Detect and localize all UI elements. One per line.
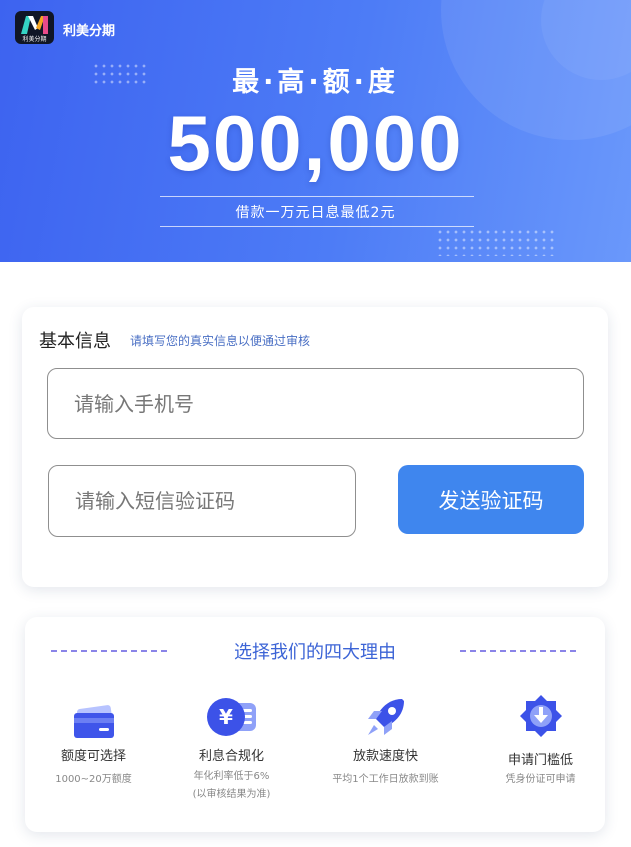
divider	[160, 226, 474, 227]
feature-title: 利息合规化	[198, 749, 264, 764]
feature-item: 申请门槛低 凭身份证可申请	[468, 691, 613, 790]
feature-item: ¥ 利息合规化 年化利率低于6% (以审核结果为准)	[159, 691, 304, 802]
hero-dot-pattern	[436, 228, 556, 256]
feature-desc: 凭身份证可申请	[505, 774, 576, 785]
yen-coin-icon: ¥	[206, 698, 256, 736]
hero-heading: 最·高·额·度	[232, 67, 399, 98]
badge-download-icon	[519, 695, 562, 737]
feature-item: 放款速度快 平均1个工作日放款到账	[313, 691, 458, 790]
send-code-button[interactable]: 发送验证码	[398, 465, 584, 534]
form-hint: 请填写您的真实信息以便通过审核	[130, 334, 311, 348]
card-icon	[73, 705, 114, 738]
feature-title: 申请门槛低	[507, 753, 573, 768]
sms-code-input[interactable]	[48, 465, 356, 537]
max-amount: 500,000	[167, 99, 464, 187]
svg-text:¥: ¥	[219, 705, 233, 729]
logo-text: 利美分期	[22, 36, 47, 43]
feature-title: 放款速度快	[352, 749, 418, 764]
brand-name: 利美分期	[63, 24, 116, 39]
feature-desc: 年化利率低于6%	[193, 771, 270, 782]
feature-desc: 1000~20万额度	[55, 774, 132, 785]
divider	[160, 196, 474, 197]
feature-title: 额度可选择	[60, 749, 126, 764]
form-title: 基本信息	[39, 331, 111, 352]
basic-info-card: 基本信息 请填写您的真实信息以便通过审核 发送验证码	[22, 307, 608, 587]
hero-subtitle: 借款一万元日息最低2元	[235, 205, 396, 221]
feature-desc-note: (以审核结果为准)	[192, 789, 271, 800]
reasons-card: 选择我们的四大理由 额度可选择 1000~20万额度 ¥ 利息合规化 年化利率低…	[25, 617, 605, 832]
logo-m-icon	[21, 16, 48, 34]
app-logo: 利美分期	[15, 11, 54, 44]
hero-banner: 利美分期 利美分期 最·高·额·度 500,000 借款一万元日息最低2元	[0, 0, 631, 262]
phone-input[interactable]	[47, 368, 584, 439]
dashed-divider	[460, 650, 576, 652]
feature-desc: 平均1个工作日放款到账	[332, 774, 439, 785]
feature-item: 额度可选择 1000~20万额度	[21, 691, 166, 790]
rocket-icon	[367, 699, 404, 735]
